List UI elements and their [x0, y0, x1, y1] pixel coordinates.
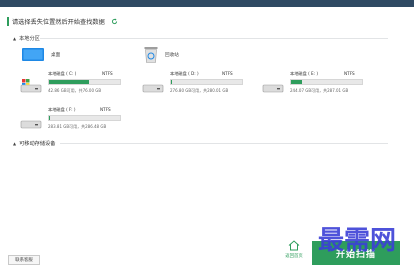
drive-name: 本地磁盘 ( E: )	[290, 71, 319, 76]
section-local-partitions[interactable]: ▲ 本地分区	[13, 35, 40, 42]
heading-text: 请选择丢失位置然后开始查找数据	[12, 18, 105, 26]
page-heading: 请选择丢失位置然后开始查找数据	[7, 15, 118, 27]
drive-c[interactable]: 本地磁盘 ( C: ) NTFS 42.86 GB可用，共76.00 GB	[20, 71, 130, 103]
section-removable-devices[interactable]: ▲ 可移动存储设备	[13, 140, 55, 147]
heading-accent-mark	[7, 16, 9, 26]
collapse-caret-icon: ▲	[13, 141, 17, 146]
back-home-label: 返回首页	[285, 254, 303, 259]
location-desktop-label: 桌面	[51, 52, 61, 58]
drive-usage-bar	[290, 79, 363, 85]
drive-name: 本地磁盘 ( D: )	[170, 71, 199, 76]
windows-drive-icon	[20, 79, 42, 93]
drive-usage-fill	[49, 80, 90, 84]
hard-drive-icon	[262, 84, 284, 93]
drive-usage-fill	[291, 80, 302, 84]
drive-filesystem: NTFS	[222, 71, 233, 76]
drive-name: 本地磁盘 ( C: )	[48, 71, 77, 76]
hard-drive-icon	[142, 84, 164, 93]
desktop-icon	[22, 48, 44, 61]
contact-support-button[interactable]: 联系客服	[8, 255, 40, 265]
svg-text:最需网: 最需网	[318, 226, 396, 256]
drive-name: 本地磁盘 ( F: )	[48, 107, 76, 112]
drive-usage-bar	[48, 79, 121, 85]
drive-f[interactable]: 本地磁盘 ( F: ) NTFS 283.81 GB可用，共286.48 GB	[20, 107, 130, 139]
section-local-partitions-title: 本地分区	[19, 36, 40, 42]
drive-filesystem: NTFS	[102, 71, 113, 76]
recycle-bin-icon	[144, 47, 158, 63]
section-removable-title: 可移动存储设备	[19, 141, 56, 147]
home-icon	[288, 240, 300, 251]
refresh-icon[interactable]	[111, 18, 118, 25]
drive-filesystem: NTFS	[344, 71, 355, 76]
site-watermark-logo: 最需网	[318, 226, 396, 256]
drive-size: 244.07 GB可用，共287.01 GB	[290, 88, 349, 93]
drive-e[interactable]: 本地磁盘 ( E: ) NTFS 244.07 GB可用，共287.01 GB	[262, 71, 372, 103]
drive-usage-fill	[49, 116, 50, 120]
back-home-button[interactable]: 返回首页	[283, 240, 305, 264]
drive-usage-bar	[48, 115, 121, 121]
location-recycle-bin[interactable]: 回收站	[144, 46, 179, 63]
drive-size: 276.80 GB可用，共280.01 GB	[170, 88, 229, 93]
drive-usage-bar	[170, 79, 243, 85]
section-divider	[40, 38, 388, 39]
location-recycle-bin-label: 回收站	[165, 52, 179, 58]
drive-size: 283.81 GB可用，共286.48 GB	[48, 124, 107, 129]
collapse-caret-icon: ▲	[13, 36, 17, 41]
drive-size: 42.86 GB可用，共76.00 GB	[48, 88, 102, 93]
section-divider	[60, 143, 388, 144]
location-desktop[interactable]: 桌面	[22, 48, 60, 61]
drive-filesystem: NTFS	[100, 107, 111, 112]
hard-drive-icon	[20, 120, 42, 129]
drive-d[interactable]: 本地磁盘 ( D: ) NTFS 276.80 GB可用，共280.01 GB	[142, 71, 252, 103]
drive-usage-fill	[171, 80, 173, 84]
title-bar	[0, 0, 414, 7]
